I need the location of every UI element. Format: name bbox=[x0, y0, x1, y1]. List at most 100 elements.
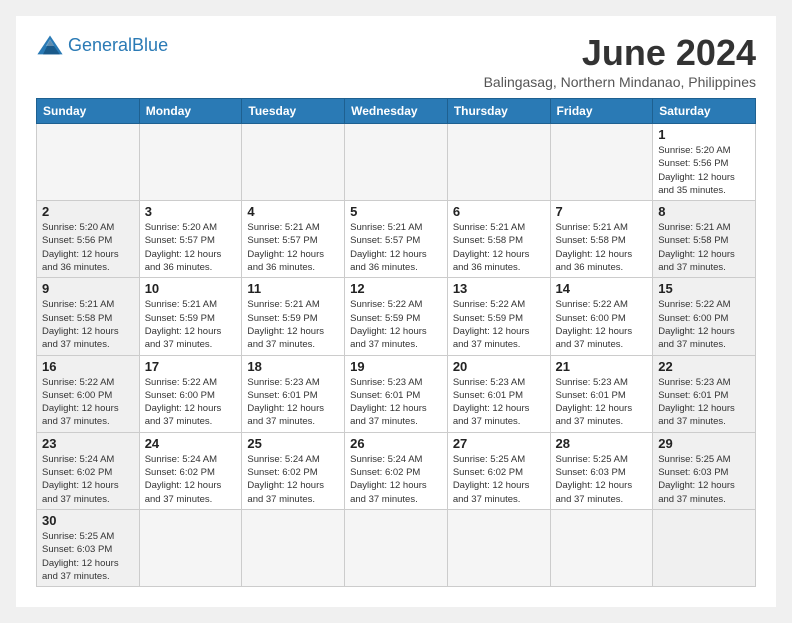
empty-cell bbox=[653, 509, 756, 586]
day-9: 9 Sunrise: 5:21 AM Sunset: 5:58 PM Dayli… bbox=[37, 278, 140, 355]
day-info-26: Sunrise: 5:24 AM Sunset: 6:02 PM Dayligh… bbox=[350, 454, 427, 505]
empty-cell bbox=[447, 124, 550, 201]
day-19: 19 Sunrise: 5:23 AM Sunset: 6:01 PM Dayl… bbox=[345, 355, 448, 432]
header-tuesday: Tuesday bbox=[242, 99, 345, 124]
empty-cell bbox=[37, 124, 140, 201]
empty-cell bbox=[242, 124, 345, 201]
empty-cell bbox=[242, 509, 345, 586]
day-number-23: 23 bbox=[42, 436, 134, 451]
day-1: 1 Sunrise: 5:20 AM Sunset: 5:56 PM Dayli… bbox=[653, 124, 756, 201]
week-row-1: 1 Sunrise: 5:20 AM Sunset: 5:56 PM Dayli… bbox=[37, 124, 756, 201]
day-info-27: Sunrise: 5:25 AM Sunset: 6:02 PM Dayligh… bbox=[453, 454, 530, 505]
empty-cell bbox=[447, 509, 550, 586]
day-27: 27 Sunrise: 5:25 AM Sunset: 6:02 PM Dayl… bbox=[447, 432, 550, 509]
day-6: 6 Sunrise: 5:21 AM Sunset: 5:58 PM Dayli… bbox=[447, 201, 550, 278]
weekday-header-row: Sunday Monday Tuesday Wednesday Thursday… bbox=[37, 99, 756, 124]
header-wednesday: Wednesday bbox=[345, 99, 448, 124]
title-block: June 2024 Balingasag, Northern Mindanao,… bbox=[484, 32, 756, 90]
calendar-page: GeneralBlue June 2024 Balingasag, Northe… bbox=[16, 16, 776, 607]
day-number-27: 27 bbox=[453, 436, 545, 451]
day-number-18: 18 bbox=[247, 359, 339, 374]
day-info-15: Sunrise: 5:22 AM Sunset: 6:00 PM Dayligh… bbox=[658, 299, 735, 350]
day-info-19: Sunrise: 5:23 AM Sunset: 6:01 PM Dayligh… bbox=[350, 377, 427, 428]
day-number-12: 12 bbox=[350, 281, 442, 296]
day-info-22: Sunrise: 5:23 AM Sunset: 6:01 PM Dayligh… bbox=[658, 377, 735, 428]
day-info-20: Sunrise: 5:23 AM Sunset: 6:01 PM Dayligh… bbox=[453, 377, 530, 428]
day-number-20: 20 bbox=[453, 359, 545, 374]
week-row-4: 16 Sunrise: 5:22 AM Sunset: 6:00 PM Dayl… bbox=[37, 355, 756, 432]
day-info-1: Sunrise: 5:20 AM Sunset: 5:56 PM Dayligh… bbox=[658, 145, 735, 196]
logo: GeneralBlue bbox=[36, 32, 168, 60]
page-header: GeneralBlue June 2024 Balingasag, Northe… bbox=[36, 32, 756, 90]
day-info-18: Sunrise: 5:23 AM Sunset: 6:01 PM Dayligh… bbox=[247, 377, 324, 428]
day-number-19: 19 bbox=[350, 359, 442, 374]
day-11: 11 Sunrise: 5:21 AM Sunset: 5:59 PM Dayl… bbox=[242, 278, 345, 355]
day-28: 28 Sunrise: 5:25 AM Sunset: 6:03 PM Dayl… bbox=[550, 432, 653, 509]
header-sunday: Sunday bbox=[37, 99, 140, 124]
logo-text: GeneralBlue bbox=[68, 36, 168, 56]
day-3: 3 Sunrise: 5:20 AM Sunset: 5:57 PM Dayli… bbox=[139, 201, 242, 278]
day-16: 16 Sunrise: 5:22 AM Sunset: 6:00 PM Dayl… bbox=[37, 355, 140, 432]
month-title: June 2024 bbox=[484, 32, 756, 74]
day-number-13: 13 bbox=[453, 281, 545, 296]
day-info-4: Sunrise: 5:21 AM Sunset: 5:57 PM Dayligh… bbox=[247, 222, 324, 273]
day-number-29: 29 bbox=[658, 436, 750, 451]
week-row-5: 23 Sunrise: 5:24 AM Sunset: 6:02 PM Dayl… bbox=[37, 432, 756, 509]
day-info-28: Sunrise: 5:25 AM Sunset: 6:03 PM Dayligh… bbox=[556, 454, 633, 505]
day-21: 21 Sunrise: 5:23 AM Sunset: 6:01 PM Dayl… bbox=[550, 355, 653, 432]
day-info-5: Sunrise: 5:21 AM Sunset: 5:57 PM Dayligh… bbox=[350, 222, 427, 273]
day-number-2: 2 bbox=[42, 204, 134, 219]
day-number-7: 7 bbox=[556, 204, 648, 219]
day-number-5: 5 bbox=[350, 204, 442, 219]
calendar-table: Sunday Monday Tuesday Wednesday Thursday… bbox=[36, 98, 756, 587]
logo-general: General bbox=[68, 35, 132, 55]
day-number-17: 17 bbox=[145, 359, 237, 374]
day-number-10: 10 bbox=[145, 281, 237, 296]
day-number-28: 28 bbox=[556, 436, 648, 451]
day-info-17: Sunrise: 5:22 AM Sunset: 6:00 PM Dayligh… bbox=[145, 377, 222, 428]
empty-cell bbox=[550, 509, 653, 586]
day-number-16: 16 bbox=[42, 359, 134, 374]
day-info-14: Sunrise: 5:22 AM Sunset: 6:00 PM Dayligh… bbox=[556, 299, 633, 350]
day-number-9: 9 bbox=[42, 281, 134, 296]
day-7: 7 Sunrise: 5:21 AM Sunset: 5:58 PM Dayli… bbox=[550, 201, 653, 278]
day-number-30: 30 bbox=[42, 513, 134, 528]
day-number-1: 1 bbox=[658, 127, 750, 142]
day-info-16: Sunrise: 5:22 AM Sunset: 6:00 PM Dayligh… bbox=[42, 377, 119, 428]
day-number-22: 22 bbox=[658, 359, 750, 374]
day-number-4: 4 bbox=[247, 204, 339, 219]
empty-cell bbox=[345, 124, 448, 201]
day-number-21: 21 bbox=[556, 359, 648, 374]
day-number-26: 26 bbox=[350, 436, 442, 451]
day-info-7: Sunrise: 5:21 AM Sunset: 5:58 PM Dayligh… bbox=[556, 222, 633, 273]
day-8: 8 Sunrise: 5:21 AM Sunset: 5:58 PM Dayli… bbox=[653, 201, 756, 278]
day-info-23: Sunrise: 5:24 AM Sunset: 6:02 PM Dayligh… bbox=[42, 454, 119, 505]
day-number-15: 15 bbox=[658, 281, 750, 296]
day-23: 23 Sunrise: 5:24 AM Sunset: 6:02 PM Dayl… bbox=[37, 432, 140, 509]
empty-cell bbox=[345, 509, 448, 586]
week-row-3: 9 Sunrise: 5:21 AM Sunset: 5:58 PM Dayli… bbox=[37, 278, 756, 355]
day-10: 10 Sunrise: 5:21 AM Sunset: 5:59 PM Dayl… bbox=[139, 278, 242, 355]
day-info-11: Sunrise: 5:21 AM Sunset: 5:59 PM Dayligh… bbox=[247, 299, 324, 350]
day-info-6: Sunrise: 5:21 AM Sunset: 5:58 PM Dayligh… bbox=[453, 222, 530, 273]
day-17: 17 Sunrise: 5:22 AM Sunset: 6:00 PM Dayl… bbox=[139, 355, 242, 432]
day-15: 15 Sunrise: 5:22 AM Sunset: 6:00 PM Dayl… bbox=[653, 278, 756, 355]
day-30: 30 Sunrise: 5:25 AM Sunset: 6:03 PM Dayl… bbox=[37, 509, 140, 586]
header-friday: Friday bbox=[550, 99, 653, 124]
day-number-11: 11 bbox=[247, 281, 339, 296]
week-row-6: 30 Sunrise: 5:25 AM Sunset: 6:03 PM Dayl… bbox=[37, 509, 756, 586]
day-number-3: 3 bbox=[145, 204, 237, 219]
logo-blue: Blue bbox=[132, 35, 168, 55]
header-monday: Monday bbox=[139, 99, 242, 124]
day-info-13: Sunrise: 5:22 AM Sunset: 5:59 PM Dayligh… bbox=[453, 299, 530, 350]
day-4: 4 Sunrise: 5:21 AM Sunset: 5:57 PM Dayli… bbox=[242, 201, 345, 278]
day-20: 20 Sunrise: 5:23 AM Sunset: 6:01 PM Dayl… bbox=[447, 355, 550, 432]
day-13: 13 Sunrise: 5:22 AM Sunset: 5:59 PM Dayl… bbox=[447, 278, 550, 355]
day-22: 22 Sunrise: 5:23 AM Sunset: 6:01 PM Dayl… bbox=[653, 355, 756, 432]
day-18: 18 Sunrise: 5:23 AM Sunset: 6:01 PM Dayl… bbox=[242, 355, 345, 432]
day-number-8: 8 bbox=[658, 204, 750, 219]
day-info-29: Sunrise: 5:25 AM Sunset: 6:03 PM Dayligh… bbox=[658, 454, 735, 505]
day-info-3: Sunrise: 5:20 AM Sunset: 5:57 PM Dayligh… bbox=[145, 222, 222, 273]
day-2: 2 Sunrise: 5:20 AM Sunset: 5:56 PM Dayli… bbox=[37, 201, 140, 278]
day-info-12: Sunrise: 5:22 AM Sunset: 5:59 PM Dayligh… bbox=[350, 299, 427, 350]
